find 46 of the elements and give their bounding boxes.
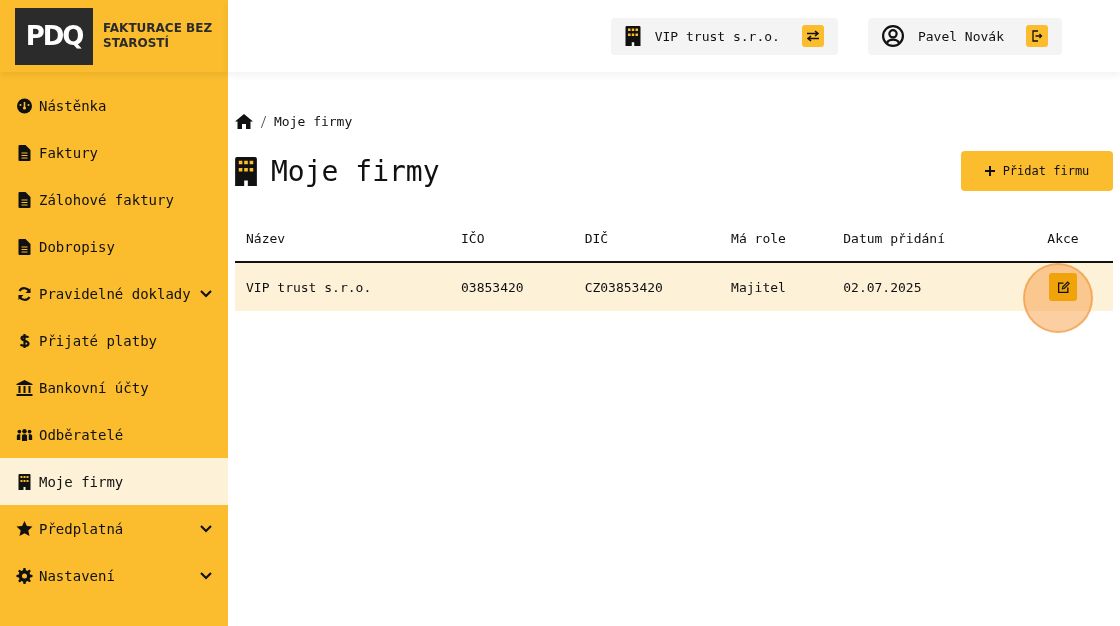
sidebar-item[interactable]: Předplatná [0, 505, 228, 552]
building-icon [624, 26, 641, 46]
sidebar-item[interactable]: Pravidelné doklady [0, 270, 228, 317]
logout-icon [1030, 30, 1044, 42]
bank-icon [16, 379, 33, 396]
user-name: Pavel Novák [917, 28, 1004, 44]
add-company-button[interactable]: Přidat firmu [961, 151, 1113, 191]
logo: PDQ [15, 7, 93, 65]
user-menu[interactable]: Pavel Novák [867, 17, 1062, 55]
sidebar-item[interactable]: Přijaté platby [0, 317, 228, 364]
building-icon [16, 473, 33, 490]
sidebar-item[interactable]: Faktury [0, 129, 228, 176]
gauge-icon [16, 97, 33, 114]
document-icon [16, 238, 33, 255]
table-cell: CZ03853420 [573, 262, 721, 311]
settings-icon [16, 567, 33, 584]
building-icon [235, 156, 257, 186]
logo-tagline: FAKTURACE BEZ STAROSTÍ [103, 21, 214, 51]
sidebar-item[interactable]: Dobropisy [0, 223, 228, 270]
sync-icon [16, 285, 33, 302]
edit-icon [1056, 280, 1070, 294]
switch-button[interactable] [801, 25, 824, 47]
swap-arrows-icon [805, 30, 820, 42]
page-title: Moje firmy [271, 154, 440, 188]
user-icon [881, 25, 904, 47]
sidebar-item[interactable]: Bankovní účty [0, 364, 228, 411]
edit-button[interactable] [1049, 273, 1077, 301]
home-icon[interactable] [235, 114, 253, 129]
star-icon [16, 520, 33, 537]
sidebar-item[interactable]: Nastavení [0, 552, 228, 599]
company-switcher[interactable]: VIP trust s.r.o. [610, 17, 838, 55]
sidebar-item[interactable]: Nástěnka [0, 82, 228, 129]
people-icon [16, 426, 33, 443]
sidebar-item[interactable]: Odběratelé [0, 411, 228, 458]
sidebar-item[interactable]: Moje firmy [0, 458, 228, 505]
breadcrumb-item[interactable]: Moje firmy [274, 114, 353, 129]
table-cell: Majitel [720, 262, 833, 311]
table-cell: 02.07.2025 [832, 262, 1013, 311]
sidebar-item[interactable]: Zálohové faktury [0, 176, 228, 223]
document-icon [16, 144, 33, 161]
table-cell: VIP trust s.r.o. [235, 262, 451, 311]
table-cell: 03853420 [450, 262, 574, 311]
logout-button[interactable] [1026, 25, 1048, 47]
plus-icon [984, 166, 995, 176]
company-name: VIP trust s.r.o. [654, 28, 780, 44]
document-icon [16, 191, 33, 208]
